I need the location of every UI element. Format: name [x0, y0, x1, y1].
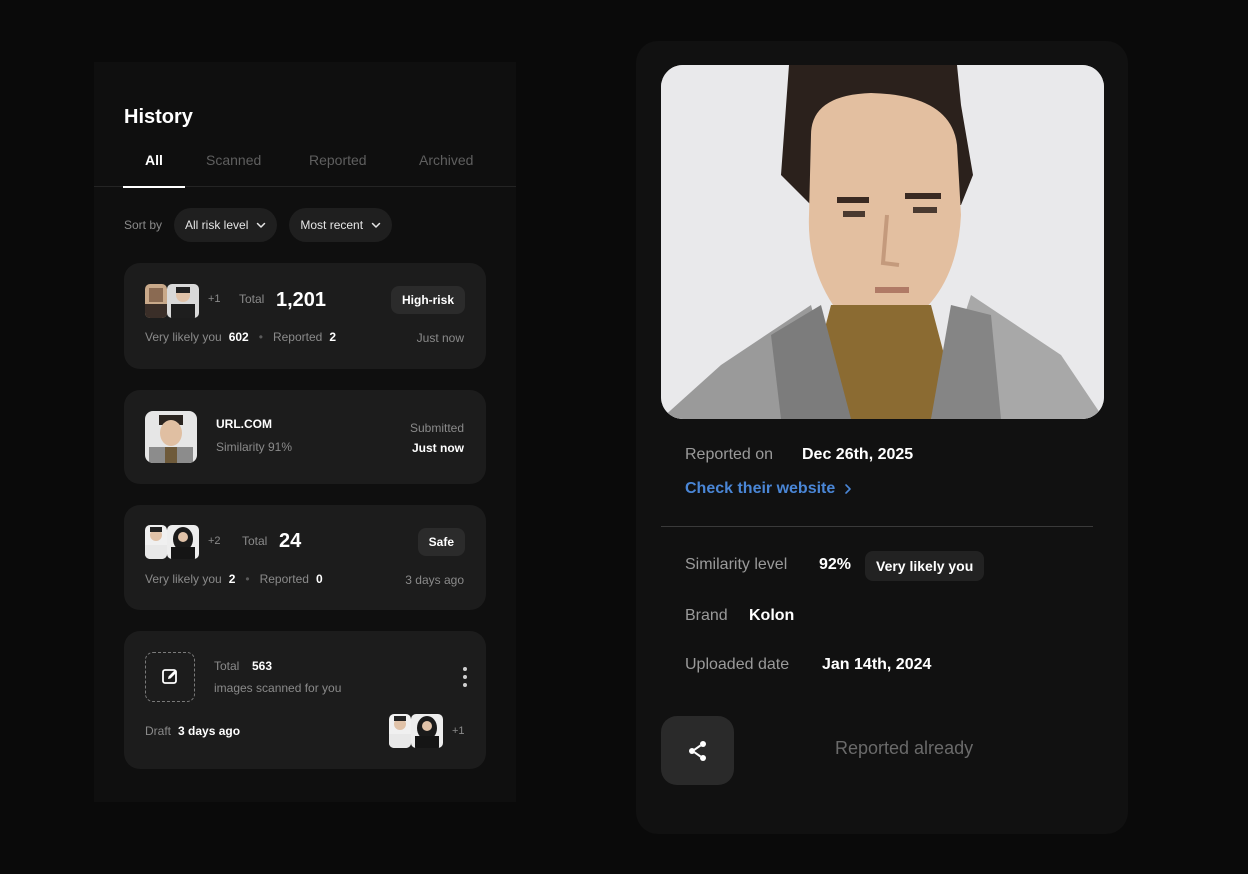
brand-label: Brand: [685, 607, 728, 624]
card-meta: Very likely you 602 • Reported 2: [145, 330, 336, 344]
risk-level-dropdown[interactable]: All risk level: [174, 208, 278, 242]
sort-row: Sort by All risk level Most recent: [124, 208, 404, 242]
match-thumbnail: [389, 714, 411, 748]
card-time: 3 days ago: [405, 573, 464, 587]
report-similarity: Similarity 91%: [216, 440, 293, 454]
risk-badge: Safe: [417, 528, 465, 556]
reported-value: 0: [315, 572, 323, 586]
reported-label: Reported: [259, 572, 309, 586]
history-card-report[interactable]: URL.COM Similarity 91% Submitted Just no…: [124, 390, 486, 484]
reported-on-label: Reported on: [685, 446, 774, 463]
report-thumbnail: [145, 411, 197, 463]
history-card-draft[interactable]: Total 563 images scanned for you Draft 3…: [124, 631, 486, 769]
more-vertical-icon[interactable]: [462, 667, 468, 689]
match-thumbnail: [411, 714, 443, 748]
page-title: History: [124, 106, 193, 128]
history-panel: History All Scanned Reported Archived So…: [94, 62, 516, 802]
match-thumbnail: [167, 525, 199, 559]
match-thumbnail: [145, 525, 167, 559]
report-time: Just now: [411, 441, 464, 455]
match-thumbnails: [145, 284, 199, 318]
brand-value: Kolon: [749, 607, 795, 624]
likely-value: 2: [228, 572, 236, 586]
uploaded-value: Jan 14th, 2024: [822, 656, 932, 673]
likely-label: Very likely you: [145, 330, 222, 344]
share-icon: [688, 740, 706, 761]
separator-dot: •: [258, 330, 263, 344]
sort-order-dropdown[interactable]: Most recent: [289, 208, 393, 242]
similarity-label: Similarity level: [685, 556, 788, 573]
match-thumbnails: [389, 714, 443, 748]
reported-already-status: Reported already: [835, 738, 974, 758]
report-detail-panel: Reported on Dec 26th, 2025 Check their w…: [636, 41, 1128, 834]
tab-scanned[interactable]: Scanned: [206, 152, 261, 187]
total-label: Total: [239, 292, 265, 306]
total-value: 1,201: [276, 289, 327, 311]
similarity-value: 92%: [819, 556, 852, 573]
draft-time: 3 days ago: [178, 724, 241, 738]
extra-count: +2: [208, 535, 221, 547]
reported-on-value: Dec 26th, 2025: [802, 446, 914, 463]
chevron-right-icon: [845, 484, 852, 494]
draft-meta: Draft 3 days ago: [145, 724, 240, 738]
sort-order-value: Most recent: [300, 218, 364, 232]
card-meta: Very likely you 2 • Reported 0: [145, 572, 323, 586]
match-thumbnail: [145, 284, 167, 318]
tab-all[interactable]: All: [123, 152, 185, 188]
separator-dot: •: [245, 572, 250, 586]
tab-archived[interactable]: Archived: [419, 152, 473, 187]
total-label: Total: [242, 534, 268, 548]
likely-value: 602: [228, 330, 249, 344]
check-website-link[interactable]: Check their website: [685, 480, 855, 498]
extra-count: +1: [208, 293, 221, 305]
chevron-down-icon: [257, 222, 266, 228]
chevron-down-icon: [371, 222, 381, 228]
match-thumbnail: [167, 284, 199, 318]
edit-icon: [162, 669, 177, 684]
draft-placeholder[interactable]: [145, 652, 195, 702]
draft-subtitle: images scanned for you: [214, 681, 342, 695]
uploaded-label: Uploaded date: [685, 656, 790, 673]
reported-label: Reported: [272, 330, 323, 344]
reported-image: [661, 65, 1104, 419]
check-website-label: Check their website: [685, 480, 836, 497]
history-tabs: All Scanned Reported Archived: [94, 142, 516, 188]
risk-level-value: All risk level: [185, 218, 249, 232]
total-value: 563: [252, 659, 273, 673]
history-card-safe[interactable]: +2 Total 24 Safe Very likely you 2 • Rep…: [124, 505, 486, 610]
share-button[interactable]: [661, 716, 734, 785]
similarity-badge: Very likely you: [865, 551, 985, 581]
report-site: URL.COM: [216, 417, 272, 431]
extra-count: +1: [452, 725, 465, 737]
divider: [661, 526, 1093, 527]
sort-label: Sort by: [124, 218, 163, 232]
risk-badge: High-risk: [390, 286, 465, 314]
tab-reported[interactable]: Reported: [309, 152, 367, 187]
card-time: Just now: [416, 331, 464, 345]
history-card-high-risk[interactable]: +1 Total 1,201 High-risk Very likely you…: [124, 263, 486, 369]
reported-value: 2: [329, 330, 336, 344]
total-value: 24: [279, 530, 302, 552]
match-thumbnails: [145, 525, 199, 559]
report-status: Submitted: [409, 421, 464, 435]
draft-label: Draft: [145, 724, 172, 738]
likely-label: Very likely you: [145, 572, 222, 586]
total-label: Total: [214, 659, 240, 673]
